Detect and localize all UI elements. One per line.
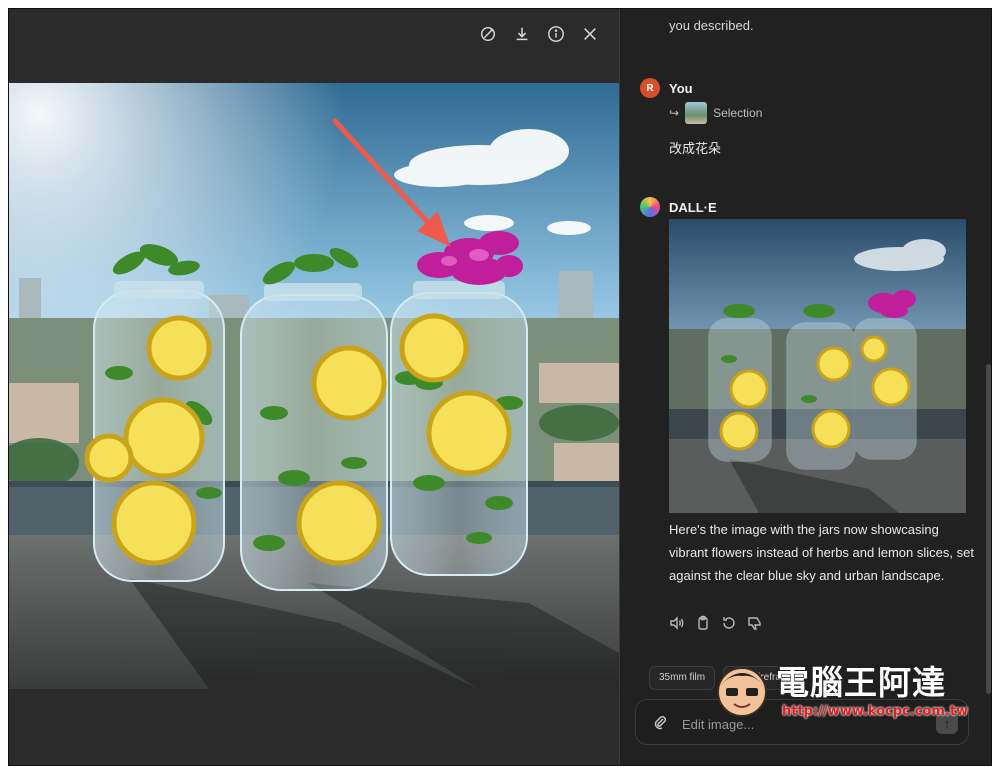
style-suggestions: 35mm film 3D Wireframe: [649, 666, 805, 690]
chip-35mm-film[interactable]: 35mm film: [649, 666, 716, 690]
message-actions: [669, 615, 763, 631]
close-icon[interactable]: [579, 23, 601, 45]
info-icon[interactable]: [545, 23, 567, 45]
chat-scrollbar[interactable]: [986, 364, 991, 694]
dalle-generated-image[interactable]: [669, 219, 966, 513]
edit-brush-icon[interactable]: [477, 23, 499, 45]
selection-thumbnail: [685, 102, 708, 124]
assistant-reply-text: Here's the image with the jars now showc…: [669, 522, 974, 583]
viewer-toolbar: [477, 23, 601, 45]
send-button[interactable]: ↑: [936, 712, 958, 734]
regenerate-icon[interactable]: [721, 615, 737, 631]
generated-image[interactable]: [9, 83, 619, 689]
reply-arrow-icon: ↪: [669, 106, 680, 120]
user-message-header: R You: [640, 78, 693, 98]
chip-3d-wireframe[interactable]: 3D Wireframe: [723, 666, 805, 690]
user-avatar: R: [640, 78, 660, 98]
chat-panel: you described. R You ↪ Selection 改成花朵 DA…: [620, 9, 991, 765]
user-message-text: 改成花朵: [669, 141, 722, 156]
thumbs-down-icon[interactable]: [747, 615, 763, 631]
copy-icon[interactable]: [695, 615, 711, 631]
jars-thumbnail-illustration: [669, 219, 966, 513]
edit-image-input[interactable]: [680, 712, 914, 736]
app-window: you described. R You ↪ Selection 改成花朵 DA…: [8, 8, 992, 766]
assistant-message-header: DALL·E: [640, 197, 717, 217]
jars-scene-illustration: [9, 83, 619, 689]
image-viewer: [9, 9, 619, 765]
assistant-name: DALL·E: [669, 199, 717, 215]
selection-reference[interactable]: ↪ Selection: [669, 102, 762, 124]
download-icon[interactable]: [511, 23, 533, 45]
paperclip-icon[interactable]: [652, 714, 668, 730]
selection-label: Selection: [713, 106, 763, 120]
dalle-logo-icon: [640, 197, 660, 217]
speaker-icon[interactable]: [669, 615, 685, 631]
previous-message-text: you described.: [669, 18, 754, 33]
edit-composer: ↑: [635, 699, 969, 745]
user-name: You: [669, 80, 693, 96]
